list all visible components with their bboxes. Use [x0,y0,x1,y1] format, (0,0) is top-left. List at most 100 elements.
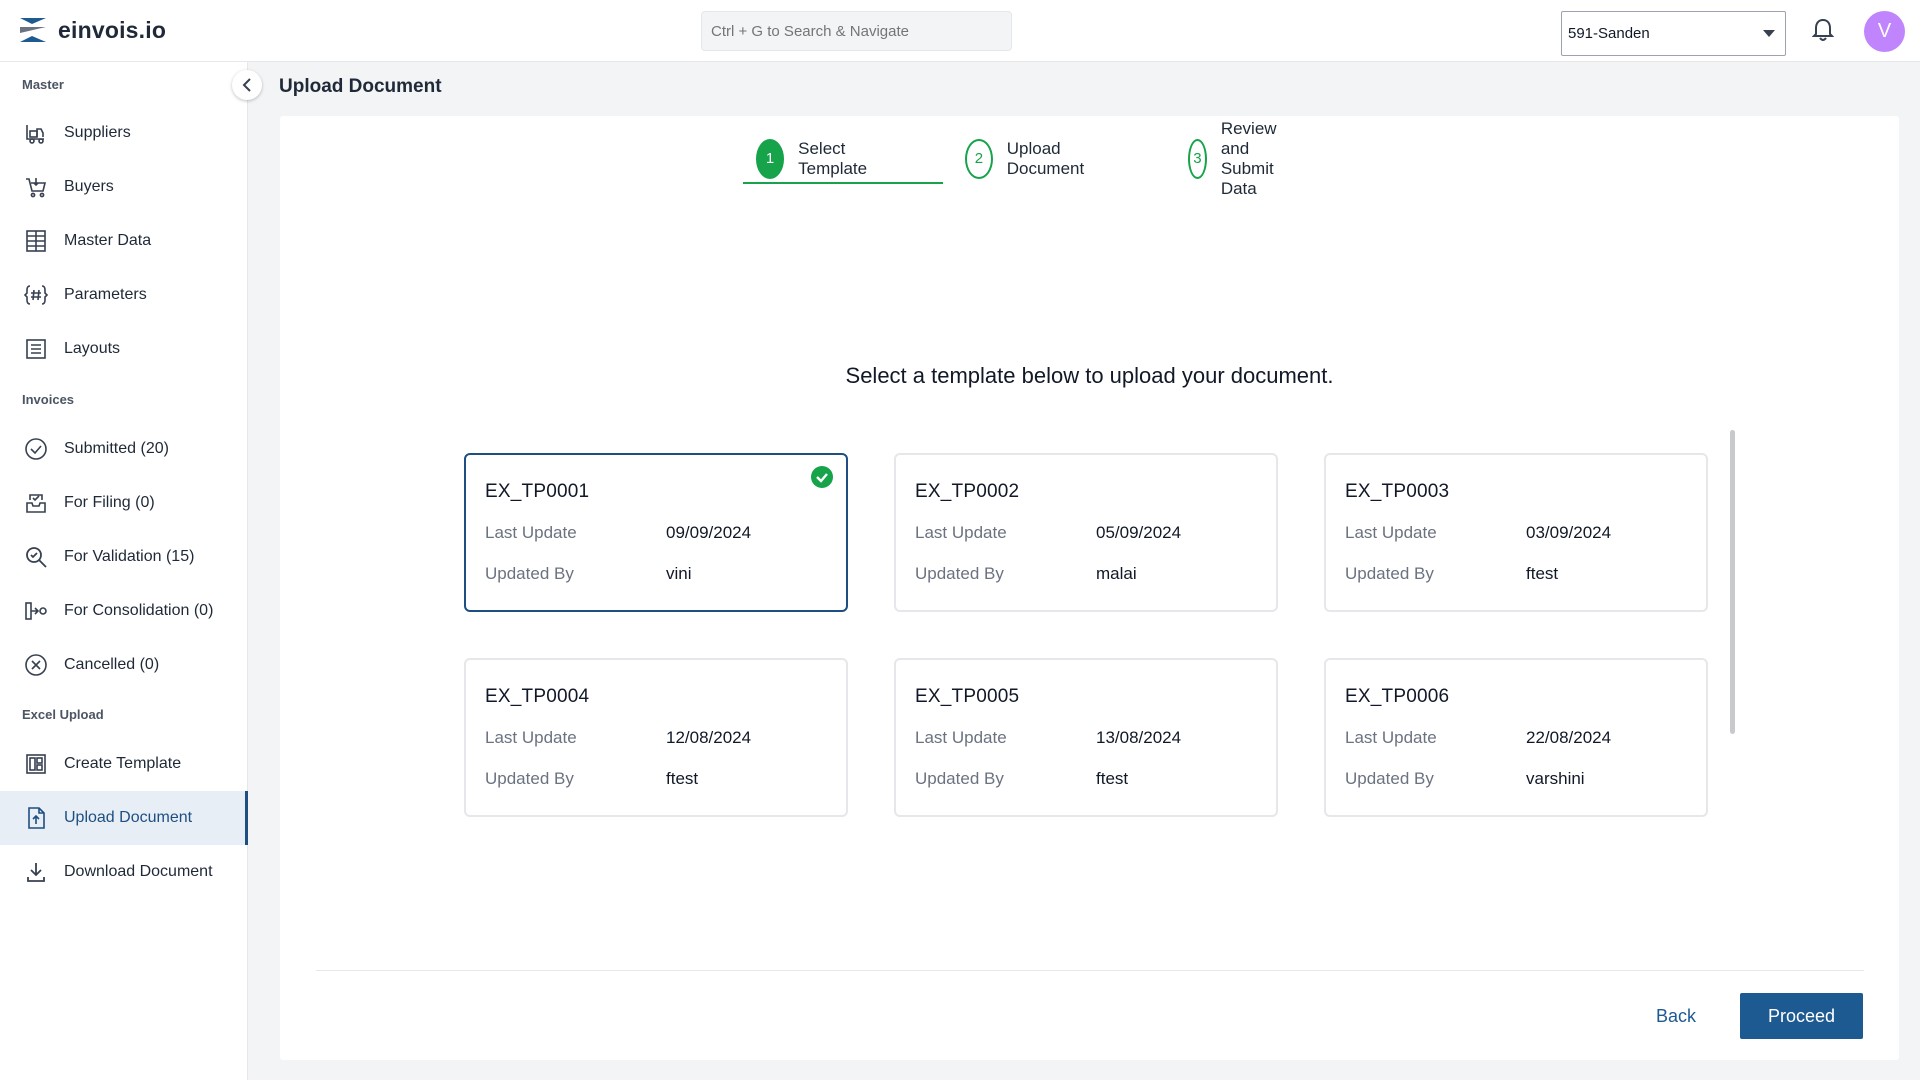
last-update-label: Last Update [1345,523,1437,542]
sidebar-item-label: Parameters [64,286,147,303]
top-bar: einvois.io 591-Sanden V [0,0,1920,62]
updated-by-label: Updated By [915,564,1004,583]
step-number: 1 [756,139,785,179]
template-name: EX_TP0005 [915,686,1020,707]
step-select-template[interactable]: 1 Select Template [756,134,879,184]
check-circle-icon [25,438,47,460]
updated-by-label: Updated By [485,564,574,583]
sidebar-item-download-document[interactable]: Download Document [0,845,248,899]
upload-doc-icon [28,807,45,829]
check-circle-icon [811,466,833,488]
template-name: EX_TP0002 [915,481,1020,502]
sidebar-item-label: Cancelled (0) [64,656,160,673]
step-label: Upload Document [1006,139,1085,178]
back-button[interactable]: Back [1636,993,1716,1039]
template-name: EX_TP0004 [485,686,590,707]
updated-by-value: ftest [1526,564,1559,583]
last-update-value: 09/09/2024 [666,523,752,542]
sidebar-item-buyers[interactable]: Buyers [0,160,248,214]
company-select-value: 591-Sanden [1568,25,1650,42]
chevron-left-icon [242,78,251,92]
last-update-label: Last Update [915,523,1007,542]
sidebar-item-label: For Validation (15) [64,548,195,565]
templates-scrollbar[interactable] [1730,430,1735,734]
template-card[interactable]: EX_TP0005 Last Update 13/08/2024 Updated … [894,658,1278,817]
last-update-label: Last Update [915,728,1007,747]
section-label-excel-upload: Excel Upload [22,707,104,722]
updated-by-value: vini [666,564,692,583]
last-update-value: 05/09/2024 [1096,523,1182,542]
step-review-submit[interactable]: 3 Review and Submit Data [1188,119,1298,198]
last-update-value: 22/08/2024 [1526,728,1612,747]
bell-icon[interactable] [1812,18,1834,42]
list-doc-icon [26,339,46,359]
template-name: EX_TP0003 [1345,481,1450,502]
updated-by-label: Updated By [1345,769,1434,788]
sidebar-item-label: Upload Document [64,809,193,826]
sidebar-item-label: Buyers [64,178,114,195]
sidebar-item-label: Layouts [64,340,121,357]
search-input[interactable] [701,11,1012,51]
sidebar-item-label: Submitted (20) [64,440,169,457]
template-name: EX_TP0006 [1345,686,1450,707]
template-name: EX_TP0001 [485,481,590,502]
hash-braces-icon [24,285,48,305]
last-update-label: Last Update [485,728,577,747]
sidebar-item-for-consolidation[interactable]: For Consolidation (0) [0,584,248,638]
sidebar-item-cancelled[interactable]: Cancelled (0) [0,638,248,692]
footer-divider [316,970,1864,971]
template-card[interactable]: EX_TP0006 Last Update 22/08/2024 Updated … [1324,658,1708,817]
section-label-invoices: Invoices [22,392,75,407]
active-step-indicator [743,182,943,184]
last-update-label: Last Update [1345,728,1437,747]
template-card[interactable]: EX_TP0003 Last Update 03/09/2024 Updated … [1324,453,1708,612]
sidebar-item-label: Master Data [64,232,152,249]
updated-by-value: malai [1096,564,1137,583]
last-update-label: Last Update [485,523,577,542]
updated-by-value: ftest [1096,769,1129,788]
step-label: Select Template [798,139,868,178]
inbox-icon [26,494,46,513]
cart-icon [26,178,47,198]
instruction-text: Select a template below to upload your d… [845,363,1334,388]
download-icon [27,863,45,882]
last-update-value: 12/08/2024 [666,728,752,747]
sidebar-item-label: Create Template [64,755,182,772]
user-avatar[interactable]: V [1864,11,1905,52]
sidebar-item-create-template[interactable]: Create Template [0,737,248,791]
updated-by-label: Updated By [1345,564,1434,583]
forklift-icon [26,125,44,144]
template-card[interactable]: EX_TP0004 Last Update 12/08/2024 Updated … [464,658,848,817]
app-logo[interactable]: einvois.io [18,15,166,45]
sidebar-item-label: For Filing (0) [64,494,155,511]
sidebar-item-master-data[interactable]: Master Data [0,214,248,268]
template-card[interactable]: EX_TP0001 Last Update 09/09/2024 Updated … [464,453,848,612]
template-card[interactable]: EX_TP0002 Last Update 05/09/2024 Updated … [894,453,1278,612]
search-check-icon [26,547,47,568]
updated-by-label: Updated By [915,769,1004,788]
sidebar-item-parameters[interactable]: Parameters [0,268,248,322]
sidebar-item-label: Download Document [64,863,213,880]
x-circle-icon [25,654,47,676]
sidebar-item-submitted[interactable]: Submitted (20) [0,422,248,476]
updated-by-label: Updated By [485,769,574,788]
last-update-value: 03/09/2024 [1526,523,1612,542]
company-select[interactable]: 591-Sanden [1561,11,1786,56]
sidebar-item-for-validation[interactable]: For Validation (15) [0,530,248,584]
section-label-master: Master [22,77,64,92]
collapse-sidebar-button[interactable] [232,70,262,100]
logo-icon [20,18,46,42]
sidebar-item-suppliers[interactable]: Suppliers [0,106,248,160]
sidebar-item-for-filing[interactable]: For Filing (0) [0,476,248,530]
step-label: Review and Submit Data [1220,119,1277,198]
grid-doc-icon [26,230,46,252]
merge-icon [25,602,47,620]
sidebar-item-upload-document[interactable]: Upload Document [0,791,248,845]
step-upload-document[interactable]: 2 Upload Document [965,134,1096,184]
step-number: 2 [965,139,993,179]
step-number: 3 [1188,139,1207,179]
sidebar-item-label: Suppliers [64,124,131,141]
updated-by-value: ftest [666,769,699,788]
sidebar-item-layouts[interactable]: Layouts [0,322,248,376]
proceed-button[interactable]: Proceed [1740,993,1863,1039]
